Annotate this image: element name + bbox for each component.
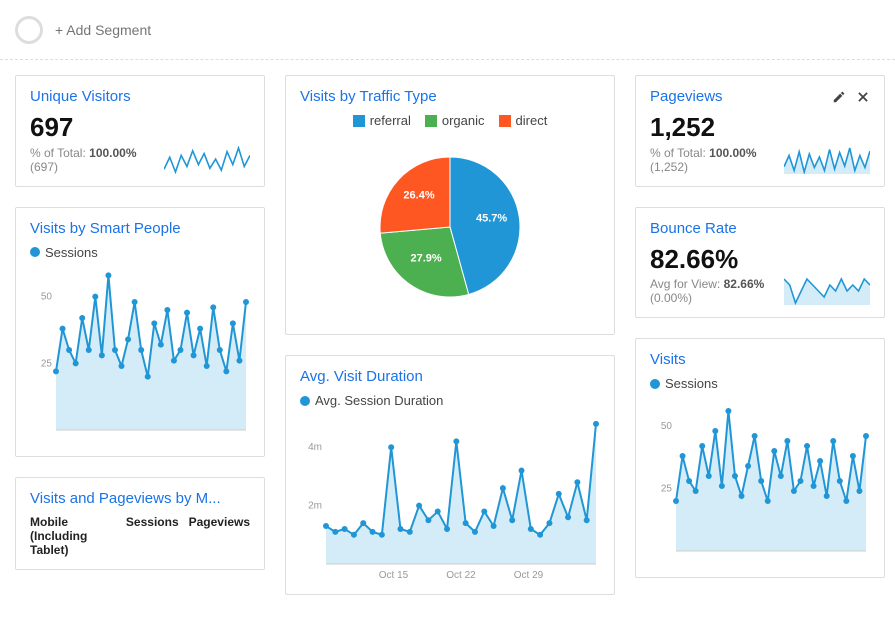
unique-visitors-value: 697 <box>30 113 156 142</box>
widget-visits: Visits Sessions 50 25 <box>635 338 885 578</box>
visits-legend: Sessions <box>650 376 718 391</box>
visits-pageviews-mobile-title[interactable]: Visits and Pageviews by M... <box>30 490 221 507</box>
visits-smart-chart: 50 25 <box>30 264 250 444</box>
add-segment-button[interactable]: + Add Segment <box>55 22 151 38</box>
topbar: + Add Segment <box>0 0 895 60</box>
visits-chart: 50 25 <box>650 395 870 565</box>
unique-visitors-subtext: % of Total: 100.00% (697) <box>30 146 156 174</box>
traffic-pie-chart: 45.7% 27.9% 26.4% <box>300 132 600 312</box>
legend-organic[interactable]: organic <box>425 113 485 128</box>
avg-duration-title[interactable]: Avg. Visit Duration <box>300 368 423 385</box>
traffic-type-title[interactable]: Visits by Traffic Type <box>300 88 437 105</box>
square-icon <box>499 115 511 127</box>
pageviews-value: 1,252 <box>650 113 776 142</box>
column-3: Pageviews 1,252 % of Total: 100.00%(1,25… <box>635 75 885 578</box>
legend-direct[interactable]: direct <box>499 113 548 128</box>
visits-title[interactable]: Visits <box>650 351 686 368</box>
widget-pageviews: Pageviews 1,252 % of Total: 100.00%(1,25… <box>635 75 885 187</box>
visits-smart-title[interactable]: Visits by Smart People <box>30 220 181 237</box>
avg-duration-legend: Avg. Session Duration <box>300 393 443 408</box>
widget-visits-smart: Visits by Smart People Sessions 50 25 <box>15 207 265 457</box>
svg-text:Oct 15: Oct 15 <box>379 570 409 581</box>
pageviews-sparkline <box>784 146 870 174</box>
bounce-rate-value: 82.66% <box>650 245 776 274</box>
svg-text:4m: 4m <box>308 442 322 453</box>
unique-visitors-title[interactable]: Unique Visitors <box>30 88 131 105</box>
mobile-col-device: Mobile (Including Tablet) <box>30 515 116 557</box>
svg-text:2m: 2m <box>308 501 322 512</box>
close-icon[interactable] <box>856 90 870 104</box>
widget-visits-pageviews-mobile: Visits and Pageviews by M... Mobile (Inc… <box>15 477 265 570</box>
pageviews-subtext: % of Total: 100.00%(1,252) <box>650 146 776 174</box>
mobile-col-sessions: Sessions <box>126 515 179 557</box>
widget-traffic-type: Visits by Traffic Type referral organic … <box>285 75 615 335</box>
pencil-icon[interactable] <box>832 90 846 104</box>
dot-icon <box>30 247 40 257</box>
dot-icon <box>650 379 660 389</box>
svg-text:Oct 29: Oct 29 <box>514 570 544 581</box>
svg-text:25: 25 <box>661 484 673 495</box>
svg-text:50: 50 <box>41 291 53 302</box>
visits-smart-legend: Sessions <box>30 245 98 260</box>
bounce-rate-subtext: Avg for View: 82.66%(0.00%) <box>650 277 776 305</box>
svg-text:45.7%: 45.7% <box>476 212 507 224</box>
pageviews-title[interactable]: Pageviews <box>650 88 723 105</box>
column-2: Visits by Traffic Type referral organic … <box>285 75 615 595</box>
svg-text:27.9%: 27.9% <box>410 253 441 265</box>
square-icon <box>425 115 437 127</box>
bounce-rate-sparkline <box>784 277 870 305</box>
square-icon <box>353 115 365 127</box>
segment-circle-icon <box>15 16 43 44</box>
widget-bounce-rate: Bounce Rate 82.66% Avg for View: 82.66%(… <box>635 207 885 319</box>
legend-referral[interactable]: referral <box>353 113 411 128</box>
svg-text:25: 25 <box>41 358 53 369</box>
column-1: Unique Visitors 697 % of Total: 100.00% … <box>15 75 265 570</box>
mobile-col-pageviews: Pageviews <box>189 515 250 557</box>
dot-icon <box>300 396 310 406</box>
unique-visitors-sparkline <box>164 146 250 174</box>
svg-text:Oct 22: Oct 22 <box>446 570 476 581</box>
bounce-rate-title[interactable]: Bounce Rate <box>650 220 737 237</box>
widget-avg-duration: Avg. Visit Duration Avg. Session Duratio… <box>285 355 615 595</box>
widget-unique-visitors: Unique Visitors 697 % of Total: 100.00% … <box>15 75 265 187</box>
svg-text:26.4%: 26.4% <box>403 190 434 202</box>
avg-duration-chart: 4m 2m Oct 15 Oct 22 Oct 29 <box>300 412 600 582</box>
svg-text:50: 50 <box>661 421 673 432</box>
dashboard-grid: Unique Visitors 697 % of Total: 100.00% … <box>0 60 895 610</box>
mobile-table-header: Mobile (Including Tablet) Sessions Pagev… <box>30 515 250 557</box>
